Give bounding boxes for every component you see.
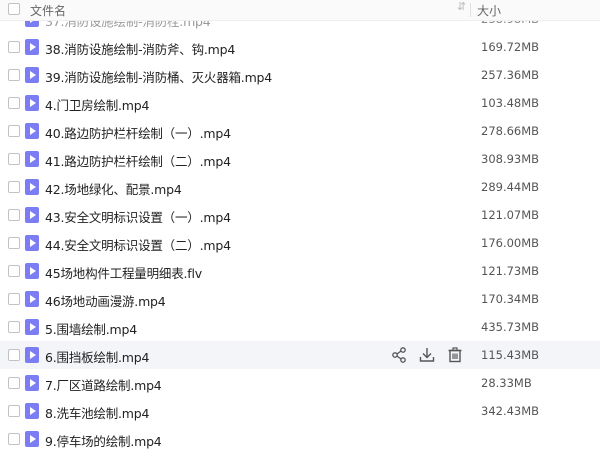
file-name[interactable]: 7.厂区道路绘制.mp4 bbox=[45, 375, 162, 394]
row-checkbox[interactable] bbox=[8, 265, 20, 277]
file-size: 308.93MB bbox=[481, 152, 540, 166]
file-row[interactable]: 39.消防设施绘制-消防桶、灭火器箱.mp4 257.36MB bbox=[0, 61, 600, 89]
file-name[interactable]: 39.消防设施绘制-消防桶、灭火器箱.mp4 bbox=[45, 67, 272, 86]
file-list: 37.消防设施绘制-消防栓.mp4 238.98MB 38.消防设施绘制-消防斧… bbox=[0, 0, 600, 457]
row-checkbox[interactable] bbox=[8, 97, 20, 109]
file-size: 289.44MB bbox=[481, 180, 540, 194]
file-name[interactable]: 41.路边防护栏杆绘制（二）.mp4 bbox=[45, 151, 231, 170]
file-size: 257.36MB bbox=[481, 68, 540, 82]
row-checkbox[interactable] bbox=[8, 69, 20, 81]
row-checkbox[interactable] bbox=[8, 433, 20, 445]
column-header-size[interactable]: 大小 bbox=[477, 2, 501, 19]
file-row[interactable]: 43.安全文明标识设置（一）.mp4 121.07MB bbox=[0, 201, 600, 229]
video-file-icon bbox=[25, 123, 39, 139]
video-file-icon bbox=[25, 319, 39, 335]
file-size: 115.43MB bbox=[481, 348, 540, 362]
delete-icon[interactable] bbox=[446, 346, 464, 364]
file-name[interactable]: 8.洗车池绘制.mp4 bbox=[45, 403, 149, 422]
list-header: 文件名 ⇵ 大小 bbox=[0, 0, 600, 21]
file-name[interactable]: 9.停车场的绘制.mp4 bbox=[45, 431, 162, 450]
video-file-icon bbox=[25, 347, 39, 363]
file-row[interactable]: 40.路边防护栏杆绘制（一）.mp4 278.66MB bbox=[0, 117, 600, 145]
file-size: 435.73MB bbox=[481, 320, 540, 334]
row-checkbox[interactable] bbox=[8, 349, 20, 361]
file-size: 342.43MB bbox=[481, 404, 540, 418]
file-name[interactable]: 42.场地绿化、配景.mp4 bbox=[45, 179, 182, 198]
file-name[interactable]: 4.门卫房绘制.mp4 bbox=[45, 95, 149, 114]
file-row[interactable]: 8.洗车池绘制.mp4 342.43MB bbox=[0, 397, 600, 425]
file-row[interactable]: 5.围墙绘制.mp4 435.73MB bbox=[0, 313, 600, 341]
file-name[interactable]: 44.安全文明标识设置（二）.mp4 bbox=[45, 235, 231, 254]
video-file-icon bbox=[25, 95, 39, 111]
video-file-icon bbox=[25, 179, 39, 195]
video-file-icon bbox=[25, 431, 39, 447]
share-icon[interactable] bbox=[390, 346, 408, 364]
file-name[interactable]: 43.安全文明标识设置（一）.mp4 bbox=[45, 207, 231, 226]
file-name[interactable]: 46场地动画漫游.mp4 bbox=[45, 291, 166, 310]
download-icon[interactable] bbox=[418, 346, 436, 364]
row-checkbox[interactable] bbox=[8, 153, 20, 165]
file-row[interactable]: 41.路边防护栏杆绘制（二）.mp4 308.93MB bbox=[0, 145, 600, 173]
file-row[interactable]: 42.场地绿化、配景.mp4 289.44MB bbox=[0, 173, 600, 201]
video-file-icon bbox=[25, 67, 39, 83]
video-file-icon bbox=[25, 39, 39, 55]
row-checkbox[interactable] bbox=[8, 237, 20, 249]
file-size: 176.00MB bbox=[481, 236, 540, 250]
file-row[interactable]: 9.停车场的绘制.mp4 bbox=[0, 425, 600, 453]
file-name[interactable]: 5.围墙绘制.mp4 bbox=[45, 319, 137, 338]
select-all-checkbox[interactable] bbox=[8, 3, 20, 15]
file-size: 121.07MB bbox=[481, 208, 540, 222]
row-checkbox[interactable] bbox=[8, 181, 20, 193]
row-checkbox[interactable] bbox=[8, 41, 20, 53]
video-file-icon bbox=[25, 291, 39, 307]
file-row[interactable]: 7.厂区道路绘制.mp4 28.33MB bbox=[0, 369, 600, 397]
file-row[interactable]: 44.安全文明标识设置（二）.mp4 176.00MB bbox=[0, 229, 600, 257]
file-name[interactable]: 38.消防设施绘制-消防斧、钩.mp4 bbox=[45, 39, 235, 58]
file-size: 169.72MB bbox=[481, 40, 540, 54]
file-name[interactable]: 6.围挡板绘制.mp4 bbox=[45, 347, 149, 366]
row-checkbox[interactable] bbox=[8, 125, 20, 137]
file-row[interactable]: 45场地构件工程量明细表.flv 121.73MB bbox=[0, 257, 600, 285]
file-size: 278.66MB bbox=[481, 124, 540, 138]
row-checkbox[interactable] bbox=[8, 209, 20, 221]
file-name[interactable]: 45场地构件工程量明细表.flv bbox=[45, 263, 202, 282]
video-file-icon bbox=[25, 375, 39, 391]
video-file-icon bbox=[25, 263, 39, 279]
video-file-icon bbox=[25, 207, 39, 223]
sort-icon[interactable]: ⇵ bbox=[457, 0, 466, 13]
file-row-hovered[interactable]: 6.围挡板绘制.mp4 115.43MB bbox=[0, 341, 600, 369]
video-file-icon bbox=[25, 151, 39, 167]
row-checkbox[interactable] bbox=[8, 293, 20, 305]
file-name[interactable]: 40.路边防护栏杆绘制（一）.mp4 bbox=[45, 123, 231, 142]
file-row[interactable]: 38.消防设施绘制-消防斧、钩.mp4 169.72MB bbox=[0, 33, 600, 61]
file-size: 170.34MB bbox=[481, 292, 540, 306]
row-checkbox[interactable] bbox=[8, 405, 20, 417]
column-header-name[interactable]: 文件名 bbox=[30, 2, 66, 19]
file-size: 121.73MB bbox=[481, 264, 540, 278]
row-checkbox[interactable] bbox=[8, 321, 20, 333]
row-checkbox[interactable] bbox=[8, 377, 20, 389]
video-file-icon bbox=[25, 403, 39, 419]
video-file-icon bbox=[25, 235, 39, 251]
file-row[interactable]: 46场地动画漫游.mp4 170.34MB bbox=[0, 285, 600, 313]
file-row[interactable]: 4.门卫房绘制.mp4 103.48MB bbox=[0, 89, 600, 117]
file-size: 28.33MB bbox=[481, 376, 532, 390]
column-divider[interactable] bbox=[470, 3, 471, 17]
file-size: 103.48MB bbox=[481, 96, 540, 110]
